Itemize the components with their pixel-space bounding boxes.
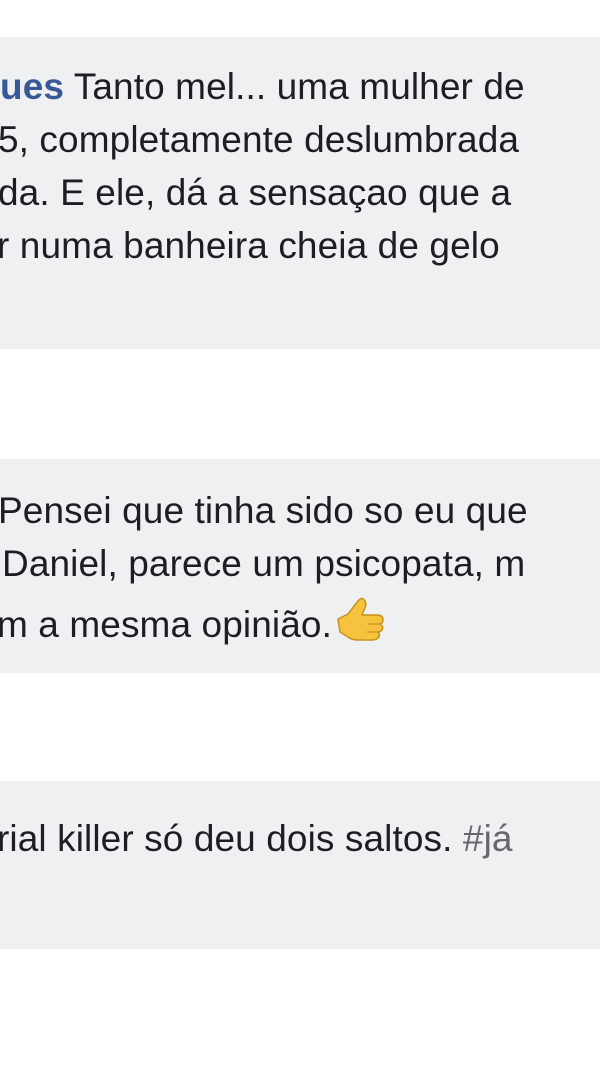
comment-text: Tanto mel... uma mulher de [73, 66, 525, 107]
comment-line: Pensei que tinha sido so eu que [0, 490, 528, 531]
comment-line: rial killer só deu dois saltos. #já [0, 817, 513, 861]
comments-page: ues Tanto mel... uma mulher de 5, comple… [0, 0, 600, 1067]
comment-line: m a mesma opinião. [0, 595, 388, 653]
comment-line: Daniel, parece um psicopata, m [2, 543, 526, 584]
hashtag-link[interactable]: #já [463, 818, 513, 859]
comment-author-link[interactable]: ues [0, 66, 64, 107]
comment-line: ues Tanto mel... uma mulher de [0, 65, 525, 109]
comment-bubble: Pensei que tinha sido so eu que Daniel, … [0, 459, 600, 673]
comment-text: rial killer só deu dois saltos. [0, 818, 453, 859]
comment-line: da. E ele, dá a sensaçao que a [0, 172, 512, 213]
comment-bubble: rial killer só deu dois saltos. #já [0, 781, 600, 949]
comment-line: 5, completamente deslumbrada [0, 119, 520, 160]
thumbs-up-icon [336, 595, 388, 653]
comment-line: r numa banheira cheia de gelo [0, 225, 500, 266]
comment-bubble: ues Tanto mel... uma mulher de 5, comple… [0, 37, 600, 349]
comment-text: m a mesma opinião. [0, 604, 332, 645]
